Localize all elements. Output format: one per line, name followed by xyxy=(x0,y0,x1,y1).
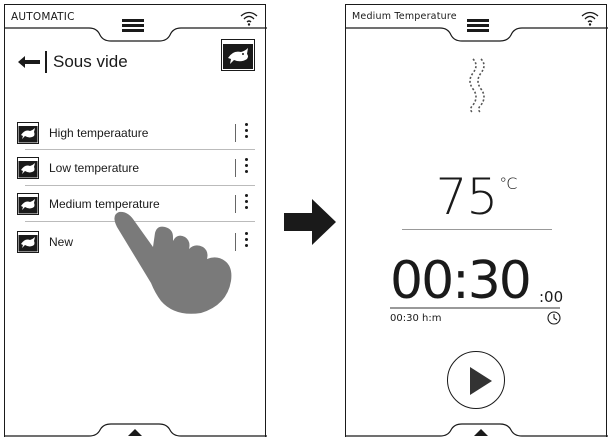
time-setting-label: 00:30 h:m xyxy=(390,313,442,324)
play-icon xyxy=(470,367,492,395)
expand-up-icon[interactable] xyxy=(128,429,142,436)
time-display[interactable]: 00:30 xyxy=(390,251,532,311)
time-underline xyxy=(390,307,560,309)
time-seconds: :00 xyxy=(539,288,564,306)
temperature-underline xyxy=(402,229,552,230)
right-arrow-icon xyxy=(284,199,336,245)
expand-up-icon[interactable] xyxy=(474,429,488,436)
wifi-icon xyxy=(581,11,599,26)
tap-hand-icon xyxy=(114,211,232,314)
program-detail-screen: Medium Temperature 75 °C 00:30 :00 00:30 … xyxy=(345,4,608,437)
temperature-unit: °C xyxy=(499,174,517,193)
play-button[interactable] xyxy=(447,351,505,409)
program-header-label: Medium Temperature xyxy=(352,11,457,22)
temperature-display[interactable]: 75 °C xyxy=(346,168,606,226)
clock-icon[interactable] xyxy=(547,311,561,325)
hamburger-menu-icon[interactable] xyxy=(467,19,489,32)
program-list-screen: AUTOMATIC Sous vide High temperaature Lo… xyxy=(4,4,267,437)
steam-icon xyxy=(469,58,485,113)
temperature-value: 75 xyxy=(435,168,499,226)
